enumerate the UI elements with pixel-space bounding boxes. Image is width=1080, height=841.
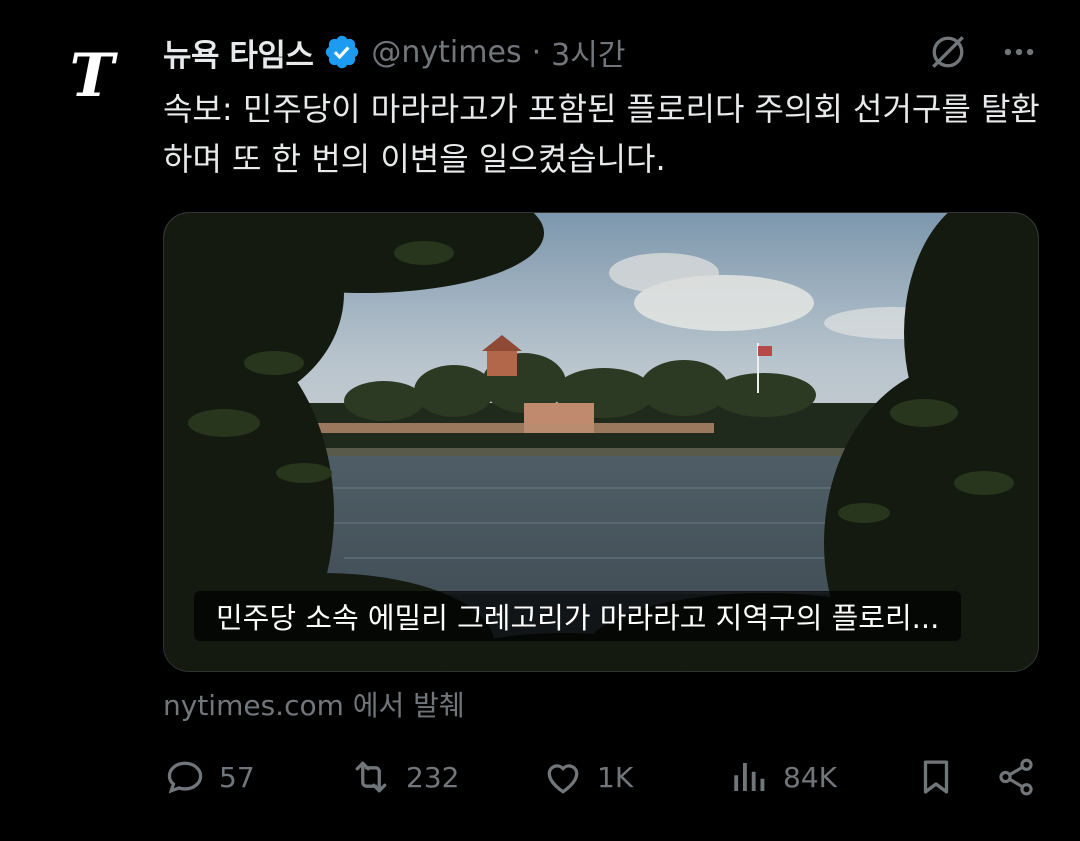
link-source[interactable]: nytimes.com 에서 발췌 [163, 684, 465, 724]
grok-icon[interactable] [926, 30, 970, 74]
views-icon [729, 755, 771, 799]
retweet-count: 232 [406, 760, 460, 794]
link-card-image[interactable]: 민주당 소속 에밀리 그레고리가 마라라고 지역구의 플로리... [163, 212, 1039, 672]
separator-dot: · [531, 34, 542, 70]
heart-icon [541, 755, 585, 799]
retweet-button[interactable]: 232 [348, 752, 459, 802]
tweet-header-actions [926, 28, 1038, 76]
retweet-icon [348, 755, 394, 799]
account-name[interactable]: 뉴욕 타임스 [163, 30, 314, 75]
reply-count: 57 [219, 760, 255, 794]
nyt-logo: T [69, 41, 115, 111]
like-count: 1K [597, 760, 634, 794]
avatar[interactable]: T [60, 44, 124, 108]
view-count: 84K [783, 760, 837, 794]
tweet-time[interactable]: 3시간 [551, 30, 625, 74]
more-icon[interactable] [1000, 33, 1038, 71]
bookmark-button[interactable] [915, 752, 957, 802]
views-button[interactable]: 84K [729, 752, 837, 802]
like-button[interactable]: 1K [541, 752, 633, 802]
tweet-action-bar: 57 232 1K 84K [163, 752, 1043, 802]
bookmark-icon [915, 755, 957, 799]
link-card-title: 민주당 소속 에밀리 그레고리가 마라라고 지역구의 플로리... [194, 591, 962, 641]
share-button[interactable] [995, 752, 1037, 802]
reply-icon [163, 755, 207, 799]
share-icon [995, 755, 1037, 799]
account-handle[interactable]: @nytimes [371, 35, 521, 70]
reply-button[interactable]: 57 [163, 752, 255, 802]
tweet-header: 뉴욕 타임스 @nytimes · 3시간 [163, 28, 625, 76]
verified-badge-icon [323, 33, 361, 71]
tweet-text: 속보: 민주당이 마라라고가 포함된 플로리다 주의회 선거구를 탈환하며 또 … [163, 90, 1040, 178]
